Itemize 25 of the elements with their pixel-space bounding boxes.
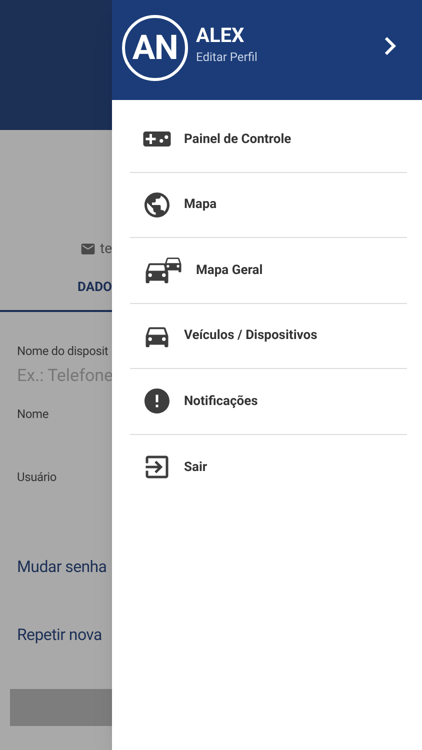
globe-icon (142, 190, 172, 220)
menu-label: Notificações (184, 392, 258, 410)
profile-tab[interactable]: DADO (78, 278, 112, 298)
password-field[interactable]: Repetir nova (17, 624, 102, 644)
menu-item[interactable]: Veículos / Dispositivos (130, 304, 407, 369)
field-label: Usuário (17, 468, 58, 486)
menu-item[interactable]: Sair (130, 434, 407, 500)
menu-label: Veículos / Dispositivos (184, 327, 318, 345)
password-field[interactable]: Mudar senha (17, 556, 107, 576)
email-text: te (100, 240, 112, 258)
menu-label: Sair (184, 458, 208, 476)
menu-label: Mapa Geral (196, 262, 263, 280)
menu-item[interactable]: Notificações (130, 369, 407, 434)
edit-profile-link[interactable]: Editar Perfil (196, 48, 364, 66)
user-name: ALEX (196, 22, 246, 48)
field-label: Nome do disposit (17, 342, 110, 360)
menu-label: Painel de Controle (184, 130, 292, 148)
email-icon (80, 241, 96, 257)
alert-icon (142, 386, 172, 416)
user-avatar[interactable]: AN (122, 15, 188, 81)
menu-item[interactable]: Mapa (130, 172, 407, 238)
menu-item[interactable]: Mapa Geral (130, 238, 407, 304)
menu-label: Mapa (184, 196, 217, 214)
field-label: Nome (17, 406, 50, 422)
menu-item[interactable]: Painel de Controle (130, 107, 407, 172)
